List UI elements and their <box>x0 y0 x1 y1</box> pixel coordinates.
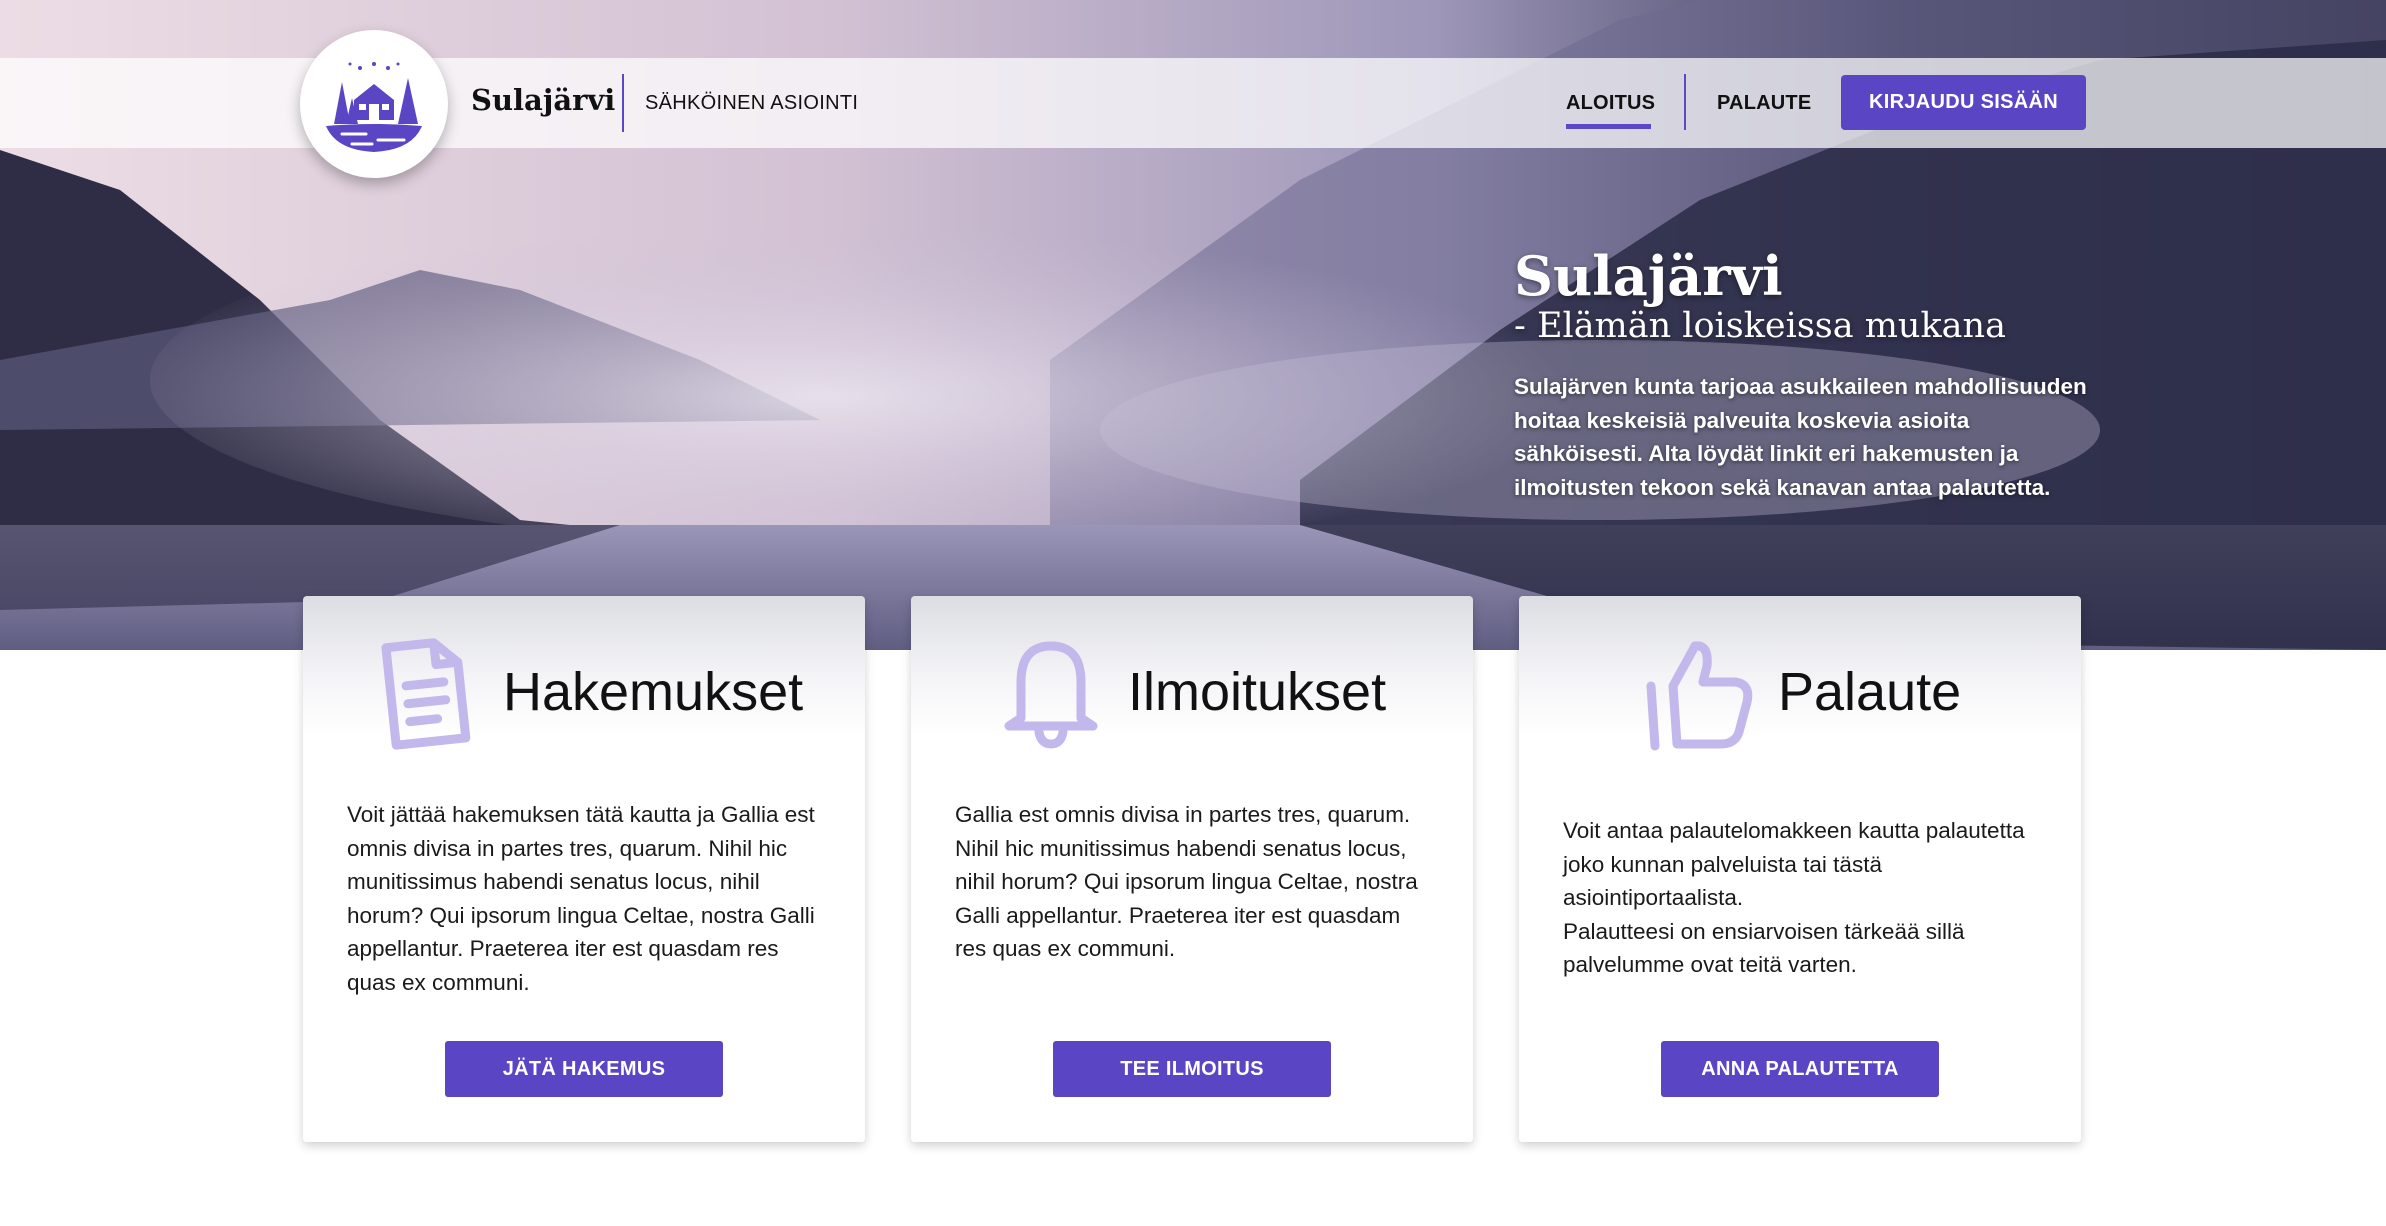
nav-divider <box>1684 74 1686 130</box>
brand-name[interactable]: Sulajärvi <box>471 83 615 117</box>
card-description: Gallia est omnis divisa in partes tres, … <box>955 802 1418 961</box>
bell-icon <box>1004 641 1098 749</box>
site-logo[interactable] <box>300 30 448 178</box>
card-title: Ilmoitukset <box>1128 662 1387 722</box>
give-feedback-button[interactable]: ANNA PALAUTETTA <box>1661 1041 1939 1097</box>
feedback-card: Palaute Voit antaa palautelomakkeen kaut… <box>1519 596 2081 1142</box>
brand-divider <box>622 74 624 132</box>
card-description: Voit jättää hakemuksen tätä kautta ja Ga… <box>347 802 815 995</box>
submit-application-button[interactable]: JÄTÄ HAKEMUS <box>445 1041 723 1097</box>
nav-active-indicator <box>1566 124 1651 129</box>
card-description-line: Voit antaa palautelomakkeen kautta palau… <box>1563 818 2025 910</box>
lake-cabin-logo-icon <box>314 44 434 164</box>
submit-notice-button[interactable]: TEE ILMOITUS <box>1053 1041 1331 1097</box>
document-icon <box>381 638 471 750</box>
card-header: Ilmoitukset <box>911 636 1473 749</box>
applications-card: Hakemukset Voit jättää hakemuksen tätä k… <box>303 596 865 1142</box>
nav-feedback-link[interactable]: PALAUTE <box>1717 92 1811 115</box>
nav-home-link[interactable]: ALOITUS <box>1566 92 1655 115</box>
notices-card: Ilmoitukset Gallia est omnis divisa in p… <box>911 596 1473 1142</box>
hero-subtitle: - Elämän loiskeissa mukana <box>1514 306 2006 346</box>
card-description: Voit antaa palautelomakkeen kautta palau… <box>1563 814 2043 982</box>
login-button[interactable]: KIRJAUDU SISÄÄN <box>1841 75 2086 130</box>
hero-title: Sulajärvi <box>1514 244 1783 308</box>
card-header: Hakemukset <box>303 636 865 750</box>
hero-description: Sulajärven kunta tarjoaa asukkaileen mah… <box>1514 374 2087 500</box>
thumbs-up-icon <box>1646 641 1753 751</box>
card-header: Palaute <box>1519 636 2081 751</box>
brand-subtitle: SÄHKÖINEN ASIOINTI <box>645 92 859 114</box>
card-title: Palaute <box>1778 662 1962 722</box>
card-title: Hakemukset <box>503 662 804 722</box>
card-description-line: Palautteesi on ensiarvoisen tärkeää sill… <box>1563 918 1965 978</box>
